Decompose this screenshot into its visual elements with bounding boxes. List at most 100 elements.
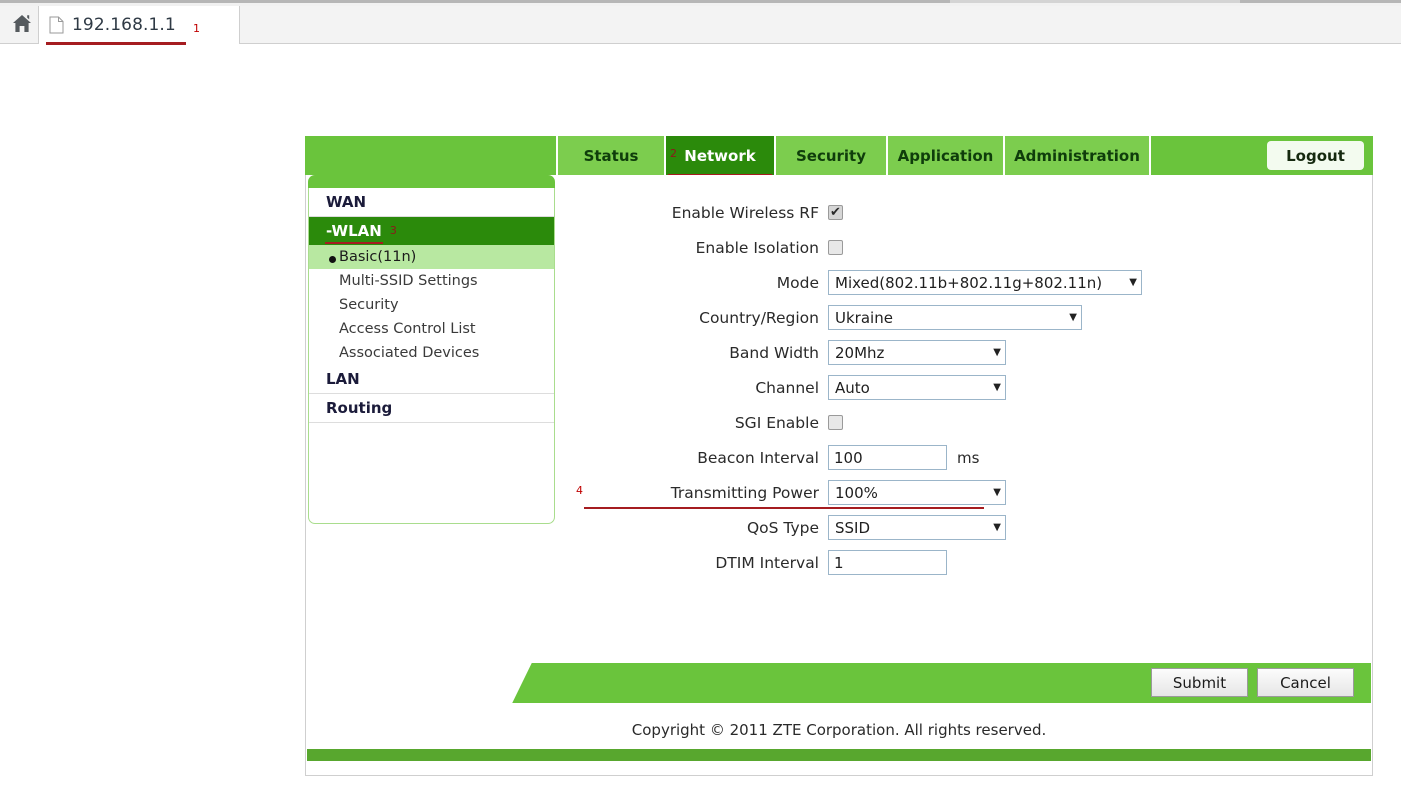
form-row-country-region: Country/Region Ukraine ▼ bbox=[566, 300, 1372, 335]
select-band-width[interactable]: 20Mhz ▼ bbox=[828, 340, 1006, 365]
form-row-channel: Channel Auto ▼ bbox=[566, 370, 1372, 405]
check-icon: ✔ bbox=[830, 204, 841, 220]
select-value: Auto bbox=[835, 378, 870, 397]
sidebar-item-label: Access Control List bbox=[339, 321, 476, 337]
select-qos-type[interactable]: SSID ▼ bbox=[828, 515, 1006, 540]
footer-action-band: Submit Cancel bbox=[307, 663, 1371, 703]
chevron-down-icon: ▼ bbox=[993, 487, 1001, 498]
select-value: SSID bbox=[835, 518, 871, 537]
sidebar-item-label: Basic(11n) bbox=[339, 249, 417, 265]
wlan-basic-form: Enable Wireless RF ✔ Enable Isolation Mode M… bbox=[566, 175, 1372, 580]
form-row-enable-isolation: Enable Isolation bbox=[566, 230, 1372, 265]
select-mode[interactable]: Mixed(802.11b+802.11g+802.11n) ▼ bbox=[828, 270, 1142, 295]
sidebar-item-multi-ssid-settings[interactable]: Multi-SSID Settings bbox=[309, 269, 554, 293]
home-icon-glyph bbox=[13, 14, 31, 32]
nav-right-filler: Logout bbox=[1151, 136, 1373, 175]
field-control-wrap: 20Mhz ▼ bbox=[828, 340, 1006, 365]
nav-tab-label: Status bbox=[583, 146, 639, 165]
nav-tab-administration[interactable]: Administration bbox=[1005, 136, 1151, 175]
field-control-wrap: SSID ▼ bbox=[828, 515, 1006, 540]
field-control-wrap: Ukraine ▼ bbox=[828, 305, 1082, 330]
sidebar-group-label: -WLAN bbox=[326, 222, 382, 240]
footer-band-fill bbox=[579, 663, 1371, 703]
nav-tab-label: Network bbox=[684, 146, 756, 165]
select-value: 100% bbox=[835, 483, 878, 502]
chevron-down-icon: ▼ bbox=[993, 522, 1001, 533]
sidebar-group-label: LAN bbox=[326, 370, 360, 388]
sidebar-item-label: Associated Devices bbox=[339, 345, 480, 361]
field-control-wrap bbox=[828, 240, 843, 255]
tab-strip-segment-right bbox=[1240, 0, 1401, 3]
cancel-button[interactable]: Cancel bbox=[1257, 668, 1354, 697]
page-icon-glyph bbox=[49, 16, 64, 34]
submit-button[interactable]: Submit bbox=[1151, 668, 1248, 697]
select-channel[interactable]: Auto ▼ bbox=[828, 375, 1006, 400]
chevron-down-icon: ▼ bbox=[993, 382, 1001, 393]
form-row-mode: Mode Mixed(802.11b+802.11g+802.11n) ▼ bbox=[566, 265, 1372, 300]
form-row-qos-type: QoS Type SSID ▼ bbox=[566, 510, 1372, 545]
field-control-wrap: 100% ▼ bbox=[828, 480, 1006, 505]
sidebar-group-wan[interactable]: WAN bbox=[309, 188, 554, 217]
field-label-enable-wireless-rf: Enable Wireless RF bbox=[671, 203, 819, 222]
select-value: Ukraine bbox=[835, 308, 893, 327]
home-icon[interactable] bbox=[8, 10, 36, 36]
tab-strip-segment-left bbox=[0, 0, 950, 3]
field-label-channel: Channel bbox=[755, 378, 819, 397]
field-unit-beacon-interval: ms bbox=[957, 448, 980, 467]
input-beacon-interval[interactable] bbox=[828, 445, 947, 470]
select-value: 20Mhz bbox=[835, 343, 885, 362]
form-row-band-width: Band Width 20Mhz ▼ bbox=[566, 335, 1372, 370]
sidebar-item-label: Multi-SSID Settings bbox=[339, 273, 478, 289]
chevron-down-icon: ▼ bbox=[993, 347, 1001, 358]
nav-tab-network[interactable]: 2 Network bbox=[666, 136, 776, 177]
sidebar: WAN -WLAN 3 Basic(11n) Multi-SSID Settings Se… bbox=[308, 175, 557, 524]
field-control-wrap bbox=[828, 415, 843, 430]
sidebar-group-lan[interactable]: LAN bbox=[309, 365, 554, 394]
nav-tab-application[interactable]: Application bbox=[888, 136, 1005, 175]
input-dtim-interval[interactable] bbox=[828, 550, 947, 575]
sidebar-item-security[interactable]: Security bbox=[309, 293, 554, 317]
select-transmitting-power[interactable]: 100% ▼ bbox=[828, 480, 1006, 505]
field-label-mode: Mode bbox=[776, 273, 819, 292]
page-body: WAN -WLAN 3 Basic(11n) Multi-SSID Settings Se… bbox=[305, 175, 1373, 776]
form-row-transmitting-power: 4 Transmitting Power 100% ▼ bbox=[566, 475, 1372, 510]
sidebar-item-associated-devices[interactable]: Associated Devices bbox=[309, 341, 554, 365]
sidebar-item-access-control-list[interactable]: Access Control List bbox=[309, 317, 554, 341]
router-admin-page: Status 2 Network Security Application Adminis… bbox=[305, 136, 1373, 776]
sidebar-item-basic-11n[interactable]: Basic(11n) bbox=[309, 245, 554, 269]
form-row-enable-wireless-rf: Enable Wireless RF ✔ bbox=[566, 195, 1372, 230]
field-control-wrap: Auto ▼ bbox=[828, 375, 1006, 400]
nav-tab-label: Security bbox=[795, 146, 867, 165]
checkbox-enable-wireless-rf[interactable]: ✔ bbox=[828, 205, 843, 220]
checkbox-enable-isolation[interactable] bbox=[828, 240, 843, 255]
nav-tab-status[interactable]: Status bbox=[556, 136, 666, 175]
footer-bottom-bar bbox=[307, 749, 1371, 761]
field-label-transmitting-power: Transmitting Power bbox=[670, 483, 819, 502]
checkbox-sgi-enable[interactable] bbox=[828, 415, 843, 430]
main-navigation: Status 2 Network Security Application Adminis… bbox=[305, 136, 1373, 177]
select-country-region[interactable]: Ukraine ▼ bbox=[828, 305, 1082, 330]
field-label-band-width: Band Width bbox=[729, 343, 819, 362]
nav-tab-list: Status 2 Network Security Application Adminis… bbox=[556, 136, 1151, 177]
chevron-down-icon: ▼ bbox=[1129, 277, 1137, 288]
row-annotation-underline bbox=[584, 507, 984, 509]
annotation-marker-2: 2 bbox=[670, 147, 677, 160]
field-label-sgi-enable: SGI Enable bbox=[734, 413, 819, 432]
nav-tab-security[interactable]: Security bbox=[776, 136, 888, 175]
nav-tab-label: Administration bbox=[1014, 146, 1140, 165]
field-control-wrap bbox=[828, 550, 947, 575]
sidebar-group-label: WAN bbox=[326, 193, 367, 211]
sidebar-group-routing[interactable]: Routing bbox=[309, 394, 554, 423]
bullet-icon bbox=[329, 256, 336, 263]
annotation-marker-1: 1 bbox=[193, 22, 200, 35]
address-tab[interactable]: 192.168.1.1 bbox=[38, 6, 240, 44]
field-label-qos-type: QoS Type bbox=[746, 518, 819, 537]
form-row-beacon-interval: Beacon Interval ms bbox=[566, 440, 1372, 475]
annotation-marker-3: 3 bbox=[389, 224, 397, 237]
sidebar-group-wlan[interactable]: -WLAN 3 bbox=[309, 217, 554, 245]
logout-button[interactable]: Logout bbox=[1267, 141, 1364, 170]
field-label-enable-isolation: Enable Isolation bbox=[695, 238, 819, 257]
field-label-beacon-interval: Beacon Interval bbox=[697, 448, 819, 467]
field-label-dtim-interval: DTIM Interval bbox=[715, 553, 819, 572]
nav-tab-label: Application bbox=[897, 146, 994, 165]
